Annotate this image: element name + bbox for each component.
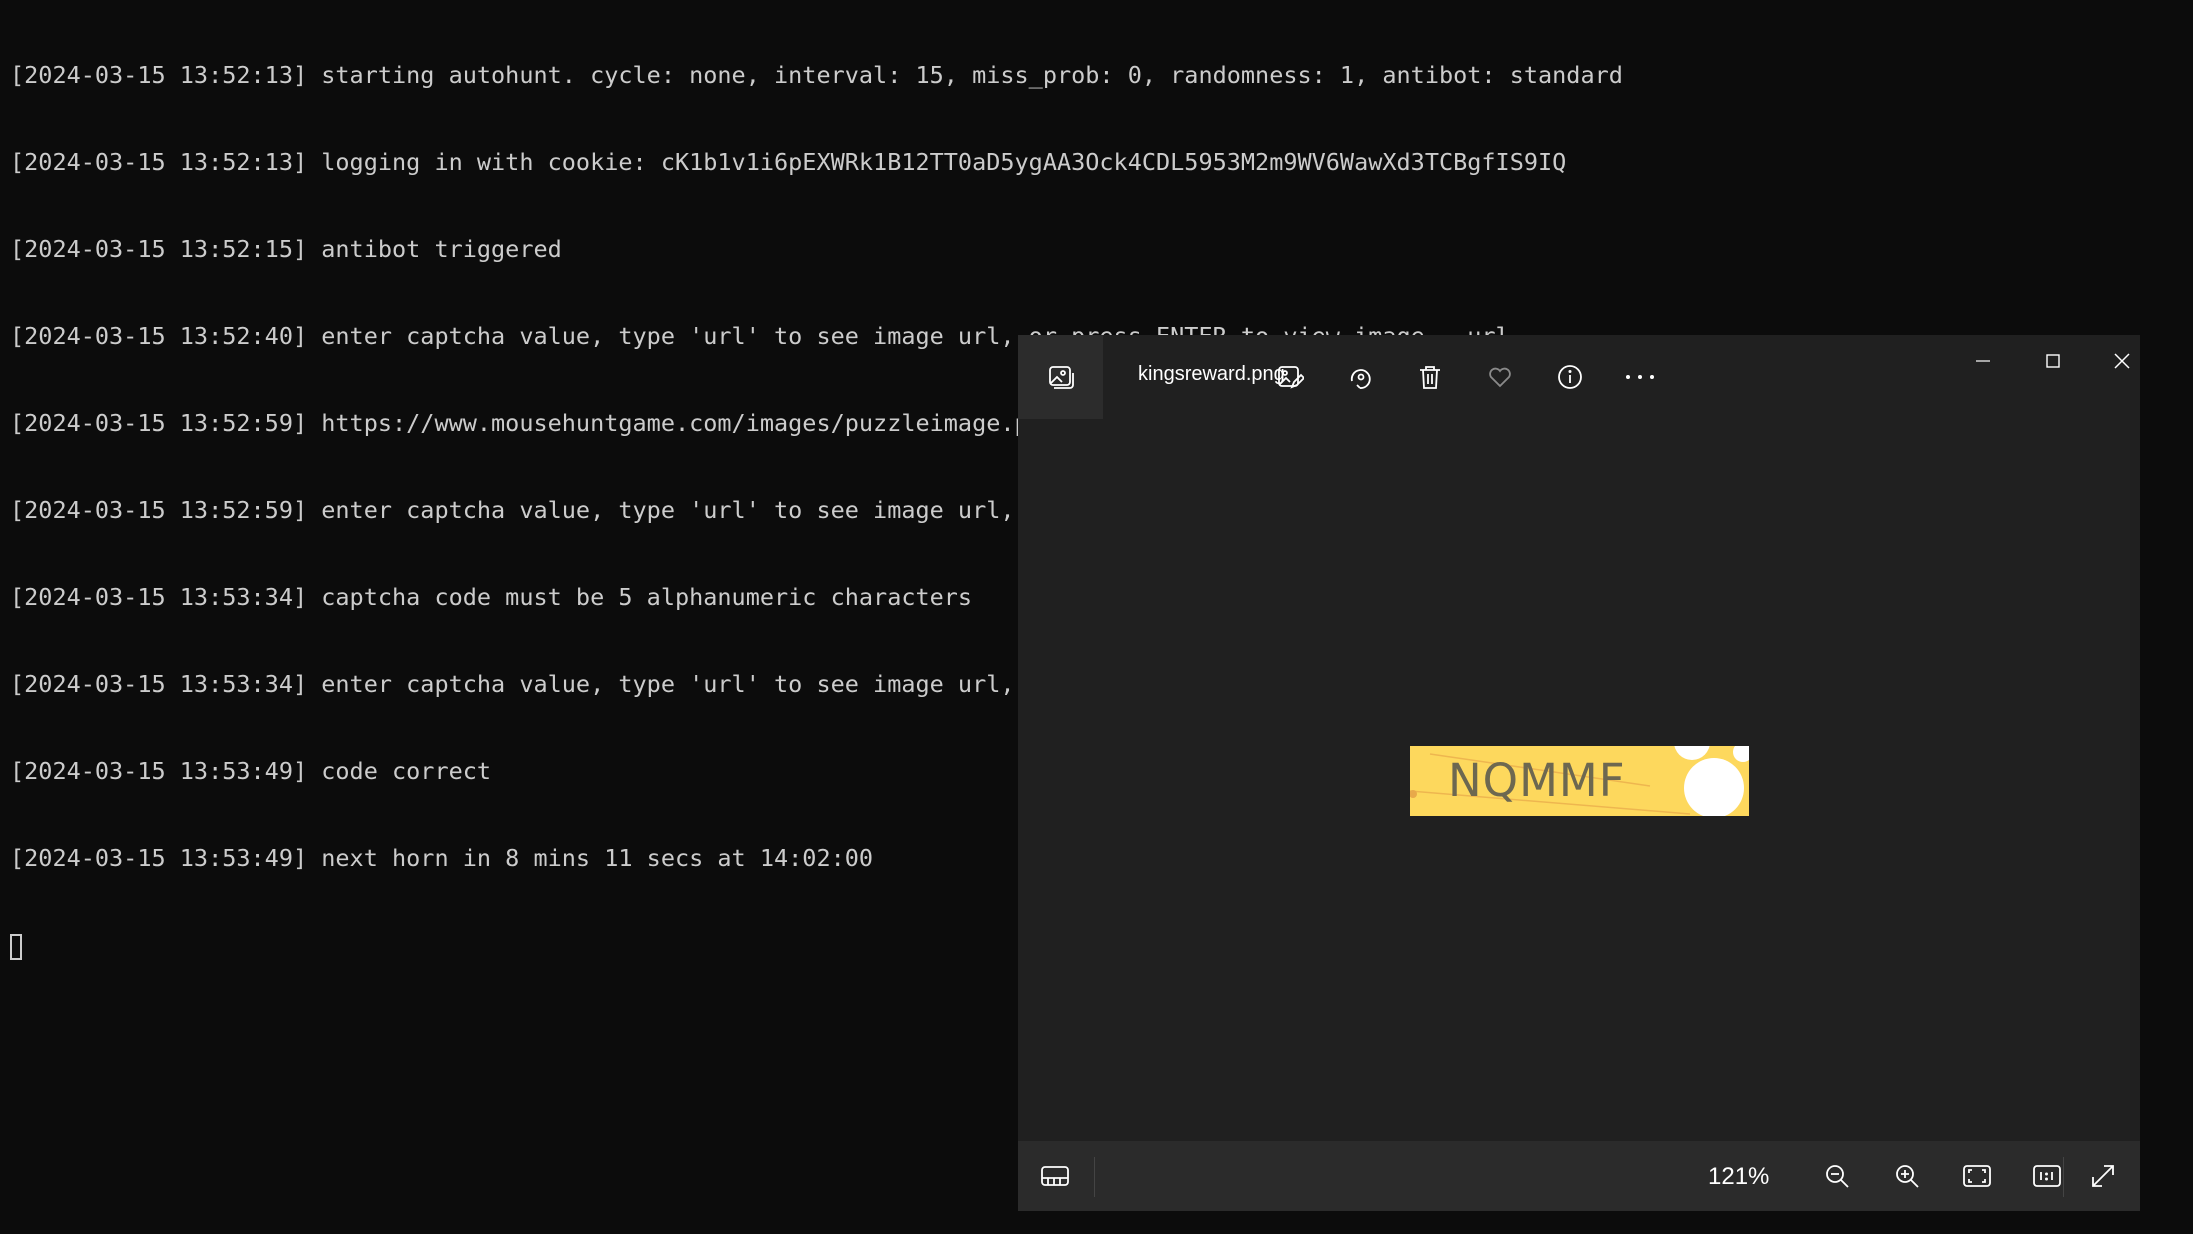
image-canvas[interactable]: NQMMF [1018, 419, 2140, 1141]
info-button[interactable] [1548, 355, 1592, 399]
close-button[interactable] [2087, 335, 2157, 387]
maximize-icon [2044, 352, 2062, 370]
rotate-icon [1346, 363, 1374, 391]
more-options-button[interactable] [1618, 355, 1662, 399]
zoom-in-button[interactable] [1885, 1154, 1929, 1198]
app-icon-button[interactable] [1018, 335, 1103, 419]
zoom-out-button[interactable] [1815, 1154, 1859, 1198]
zoom-out-icon [1823, 1162, 1851, 1190]
minimize-button[interactable] [1948, 335, 2018, 387]
heart-icon [1486, 363, 1514, 391]
fullscreen-button[interactable] [2081, 1154, 2125, 1198]
fit-to-window-icon [1962, 1163, 1992, 1189]
close-icon [2112, 351, 2132, 371]
terminal-cursor [10, 934, 22, 960]
minimize-icon [1974, 352, 1992, 370]
delete-button[interactable] [1408, 355, 1452, 399]
file-name: kingsreward.png [1138, 363, 1285, 385]
zoom-in-icon [1893, 1162, 1921, 1190]
rotate-button[interactable] [1338, 355, 1382, 399]
bottombar-divider [1094, 1157, 1095, 1197]
viewer-bottombar: 121% [1018, 1141, 2140, 1211]
captcha-text: NQMMF [1448, 754, 1626, 807]
fullscreen-icon [2089, 1162, 2117, 1190]
maximize-button[interactable] [2018, 335, 2088, 387]
viewer-titlebar[interactable]: kingsreward.png [1018, 335, 2140, 419]
filmstrip-button[interactable] [1033, 1154, 1077, 1198]
favorite-button[interactable] [1478, 355, 1522, 399]
terminal-line: [2024-03-15 13:52:15] antibot triggered [10, 235, 562, 263]
delete-icon [1416, 363, 1444, 391]
info-icon [1556, 363, 1584, 391]
fit-to-window-button[interactable] [1955, 1154, 1999, 1198]
zoom-level: 121% [1708, 1163, 1770, 1190]
actual-size-icon [2032, 1163, 2062, 1189]
more-icon [1622, 363, 1658, 391]
terminal-line: [2024-03-15 13:52:13] starting autohunt.… [10, 61, 1623, 89]
filmstrip-icon [1040, 1163, 1070, 1189]
edit-image-icon [1276, 363, 1304, 391]
photos-viewer-window: kingsreward.png NQMMF 121% [1018, 335, 2140, 1211]
terminal-line: [2024-03-15 13:52:13] logging in with co… [10, 148, 1567, 176]
photos-app-icon [1048, 364, 1074, 390]
edit-image-button[interactable] [1268, 355, 1312, 399]
captcha-image: NQMMF [1410, 746, 1749, 816]
bottombar-divider [2063, 1157, 2064, 1197]
